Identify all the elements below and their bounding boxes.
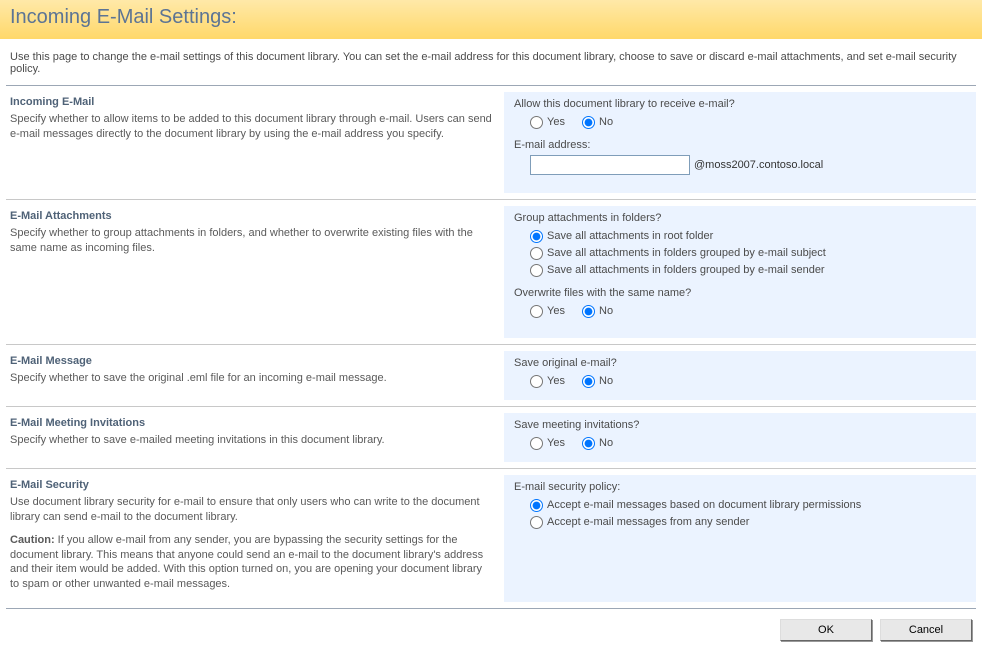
save-original-yes-option[interactable]: Yes <box>530 375 565 387</box>
group-sender-radio[interactable] <box>530 264 543 277</box>
overwrite-yes-option[interactable]: Yes <box>530 305 565 317</box>
allow-no-option[interactable]: No <box>582 116 613 128</box>
overwrite-no-radio[interactable] <box>582 305 595 318</box>
save-meeting-label: Save meeting invitations? <box>514 419 966 431</box>
security-any-option[interactable]: Accept e-mail messages from any sender <box>530 516 749 528</box>
section-message: E-Mail Message Specify whether to save t… <box>0 345 982 406</box>
section-desc: Use document library security for e-mail… <box>10 495 492 525</box>
security-policy-label: E-mail security policy: <box>514 481 966 493</box>
save-original-yes-radio[interactable] <box>530 375 543 388</box>
section-title: E-Mail Security <box>10 479 492 491</box>
security-perm-option[interactable]: Accept e-mail messages based on document… <box>530 499 861 511</box>
section-title: E-Mail Attachments <box>10 210 492 222</box>
page-header: Incoming E-Mail Settings: <box>0 0 982 39</box>
save-original-label: Save original e-mail? <box>514 357 966 369</box>
group-root-option[interactable]: Save all attachments in root folder <box>530 230 713 242</box>
section-attachments: E-Mail Attachments Specify whether to gr… <box>0 200 982 344</box>
save-meeting-yes-option[interactable]: Yes <box>530 437 565 449</box>
section-desc: Specify whether to allow items to be add… <box>10 112 492 142</box>
group-root-radio[interactable] <box>530 230 543 243</box>
allow-yes-option[interactable]: Yes <box>530 116 565 128</box>
section-left: Incoming E-Mail Specify whether to allow… <box>6 92 504 193</box>
section-right: Allow this document library to receive e… <box>504 92 976 193</box>
save-original-no-option[interactable]: No <box>582 375 613 387</box>
section-right: E-mail security policy: Accept e-mail me… <box>504 475 976 602</box>
section-desc: Specify whether to save the original .em… <box>10 371 492 386</box>
section-incoming-email: Incoming E-Mail Specify whether to allow… <box>0 86 982 199</box>
email-address-input[interactable] <box>530 155 690 175</box>
page-intro: Use this page to change the e-mail setti… <box>0 39 982 85</box>
allow-no-radio[interactable] <box>582 116 595 129</box>
cancel-button[interactable]: Cancel <box>880 619 972 641</box>
overwrite-no-option[interactable]: No <box>582 305 613 317</box>
section-desc: Specify whether to save e-mailed meeting… <box>10 433 492 448</box>
save-meeting-no-radio[interactable] <box>582 437 595 450</box>
security-any-radio[interactable] <box>530 516 543 529</box>
group-sender-option[interactable]: Save all attachments in folders grouped … <box>530 264 825 276</box>
page-title: Incoming E-Mail Settings: <box>10 6 237 28</box>
section-right: Group attachments in folders? Save all a… <box>504 206 976 338</box>
email-domain-text: @moss2007.contoso.local <box>694 159 823 171</box>
section-title: Incoming E-Mail <box>10 96 492 108</box>
save-meeting-no-option[interactable]: No <box>582 437 613 449</box>
ok-button[interactable]: OK <box>780 619 872 641</box>
section-left: E-Mail Message Specify whether to save t… <box>6 351 504 400</box>
section-left: E-Mail Security Use document library sec… <box>6 475 504 602</box>
section-security: E-Mail Security Use document library sec… <box>0 469 982 608</box>
allow-receive-label: Allow this document library to receive e… <box>514 98 966 110</box>
group-subject-option[interactable]: Save all attachments in folders grouped … <box>530 247 826 259</box>
security-perm-radio[interactable] <box>530 499 543 512</box>
save-meeting-yes-radio[interactable] <box>530 437 543 450</box>
allow-yes-radio[interactable] <box>530 116 543 129</box>
security-caution: Caution: If you allow e-mail from any se… <box>10 533 492 592</box>
group-attachments-label: Group attachments in folders? <box>514 212 966 224</box>
section-title: E-Mail Meeting Invitations <box>10 417 492 429</box>
button-row: OK Cancel <box>0 609 982 647</box>
section-title: E-Mail Message <box>10 355 492 367</box>
overwrite-label: Overwrite files with the same name? <box>514 287 966 299</box>
section-left: E-Mail Meeting Invitations Specify wheth… <box>6 413 504 462</box>
section-left: E-Mail Attachments Specify whether to gr… <box>6 206 504 338</box>
overwrite-yes-radio[interactable] <box>530 305 543 318</box>
section-right: Save original e-mail? Yes No <box>504 351 976 400</box>
email-address-label: E-mail address: <box>514 139 966 151</box>
section-right: Save meeting invitations? Yes No <box>504 413 976 462</box>
section-meeting: E-Mail Meeting Invitations Specify wheth… <box>0 407 982 468</box>
group-subject-radio[interactable] <box>530 247 543 260</box>
section-desc: Specify whether to group attachments in … <box>10 226 492 256</box>
save-original-no-radio[interactable] <box>582 375 595 388</box>
